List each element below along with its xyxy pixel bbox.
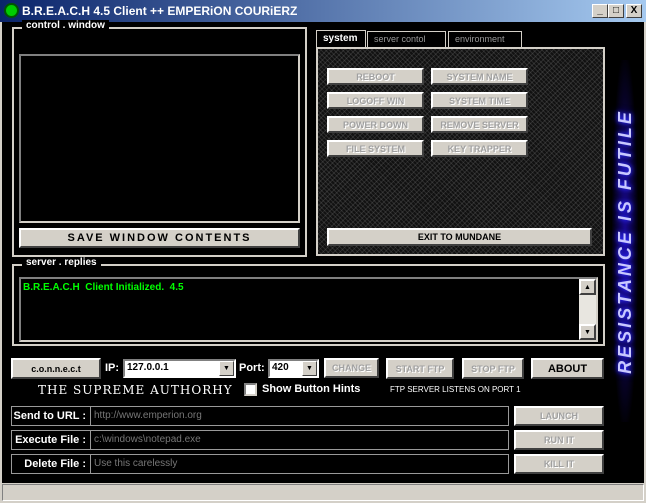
chevron-down-icon[interactable]: ▼ <box>219 361 234 376</box>
tab-environment[interactable]: environment <box>448 31 522 48</box>
tab-server-control[interactable]: server contol <box>367 31 446 48</box>
status-bar <box>2 484 644 501</box>
system-name-button[interactable]: SYSTEM NAME <box>431 68 528 85</box>
control-window-output[interactable] <box>19 54 300 223</box>
show-hints-checkbox[interactable] <box>244 383 257 396</box>
tagline: THE SUPREME AUTHORHY <box>38 383 233 397</box>
window-title: B.R.E.A.C.H 4.5 Client ++ EMPERiON COURi… <box>22 4 298 18</box>
port-select[interactable]: 420 ▼ <box>268 359 319 378</box>
delete-file-input[interactable]: Use this carelessly <box>90 454 509 474</box>
title-bar: B.R.E.A.C.H 4.5 Client ++ EMPERiON COURi… <box>0 0 646 22</box>
change-button[interactable]: CHANGE <box>324 358 379 378</box>
port-value: 420 <box>272 362 289 373</box>
connect-button[interactable]: c.o.n.n.e.c.t <box>11 358 101 379</box>
minimize-button[interactable]: _ <box>592 4 608 18</box>
control-window-legend: control . window <box>22 20 109 31</box>
maximize-button[interactable]: □ <box>608 4 624 18</box>
ip-label: IP: <box>105 362 120 374</box>
logoff-win-button[interactable]: LOGOFF WIN <box>327 92 424 109</box>
scrollbar[interactable]: ▲ ▼ <box>579 279 596 340</box>
send-url-label: Send to URL : <box>11 406 91 426</box>
close-button[interactable]: X <box>626 4 642 18</box>
file-system-button[interactable]: FILE SYSTEM <box>327 140 424 157</box>
ip-select[interactable]: 127.0.0.1 ▼ <box>123 359 236 378</box>
server-replies-textarea[interactable]: B.R.E.A.C.H Client Initialized. 4.5 ▲ ▼ <box>19 277 598 342</box>
ftp-note: FTP SERVER LISTENS ON PORT 1 <box>390 385 521 394</box>
run-it-button[interactable]: RUN IT <box>514 430 604 450</box>
scroll-down-icon[interactable]: ▼ <box>579 324 596 340</box>
server-replies-legend: server . replies <box>22 257 101 268</box>
exit-to-mundane-button[interactable]: EXIT TO MUNDANE <box>327 228 592 246</box>
server-reply-line: B.R.E.A.C.H Client Initialized. 4.5 <box>23 282 184 293</box>
send-url-input[interactable]: http://www.emperion.org <box>90 406 509 426</box>
remove-server-button[interactable]: REMOVE SERVER <box>431 116 528 133</box>
ip-value: 127.0.0.1 <box>127 362 169 373</box>
port-label: Port: <box>239 362 265 374</box>
scroll-up-icon[interactable]: ▲ <box>579 279 596 295</box>
power-down-button[interactable]: POWER DOWN <box>327 116 424 133</box>
app-icon <box>4 3 19 18</box>
execute-file-label: Execute File : <box>11 430 91 450</box>
system-time-button[interactable]: SYSTEM TIME <box>431 92 528 109</box>
save-window-contents-button[interactable]: SAVE WINDOW CONTENTS <box>19 228 300 248</box>
key-trapper-button[interactable]: KEY TRAPPER <box>431 140 528 157</box>
show-hints-label[interactable]: Show Button Hints <box>262 383 360 395</box>
chevron-down-icon[interactable]: ▼ <box>302 361 317 376</box>
start-ftp-button[interactable]: START FTP <box>386 358 454 379</box>
about-button[interactable]: ABOUT <box>531 358 604 379</box>
stop-ftp-button[interactable]: STOP FTP <box>462 358 524 379</box>
kill-it-button[interactable]: KILL IT <box>514 454 604 474</box>
reboot-button[interactable]: REBOOT <box>327 68 424 85</box>
resistance-banner: RESISTANCE IS FUTILE <box>612 60 638 422</box>
banner-text: RESISTANCE IS FUTILE <box>614 108 635 374</box>
launch-button[interactable]: LAUNCH <box>514 406 604 426</box>
delete-file-label: Delete File : <box>11 454 91 474</box>
execute-file-input[interactable]: c:\windows\notepad.exe <box>90 430 509 450</box>
